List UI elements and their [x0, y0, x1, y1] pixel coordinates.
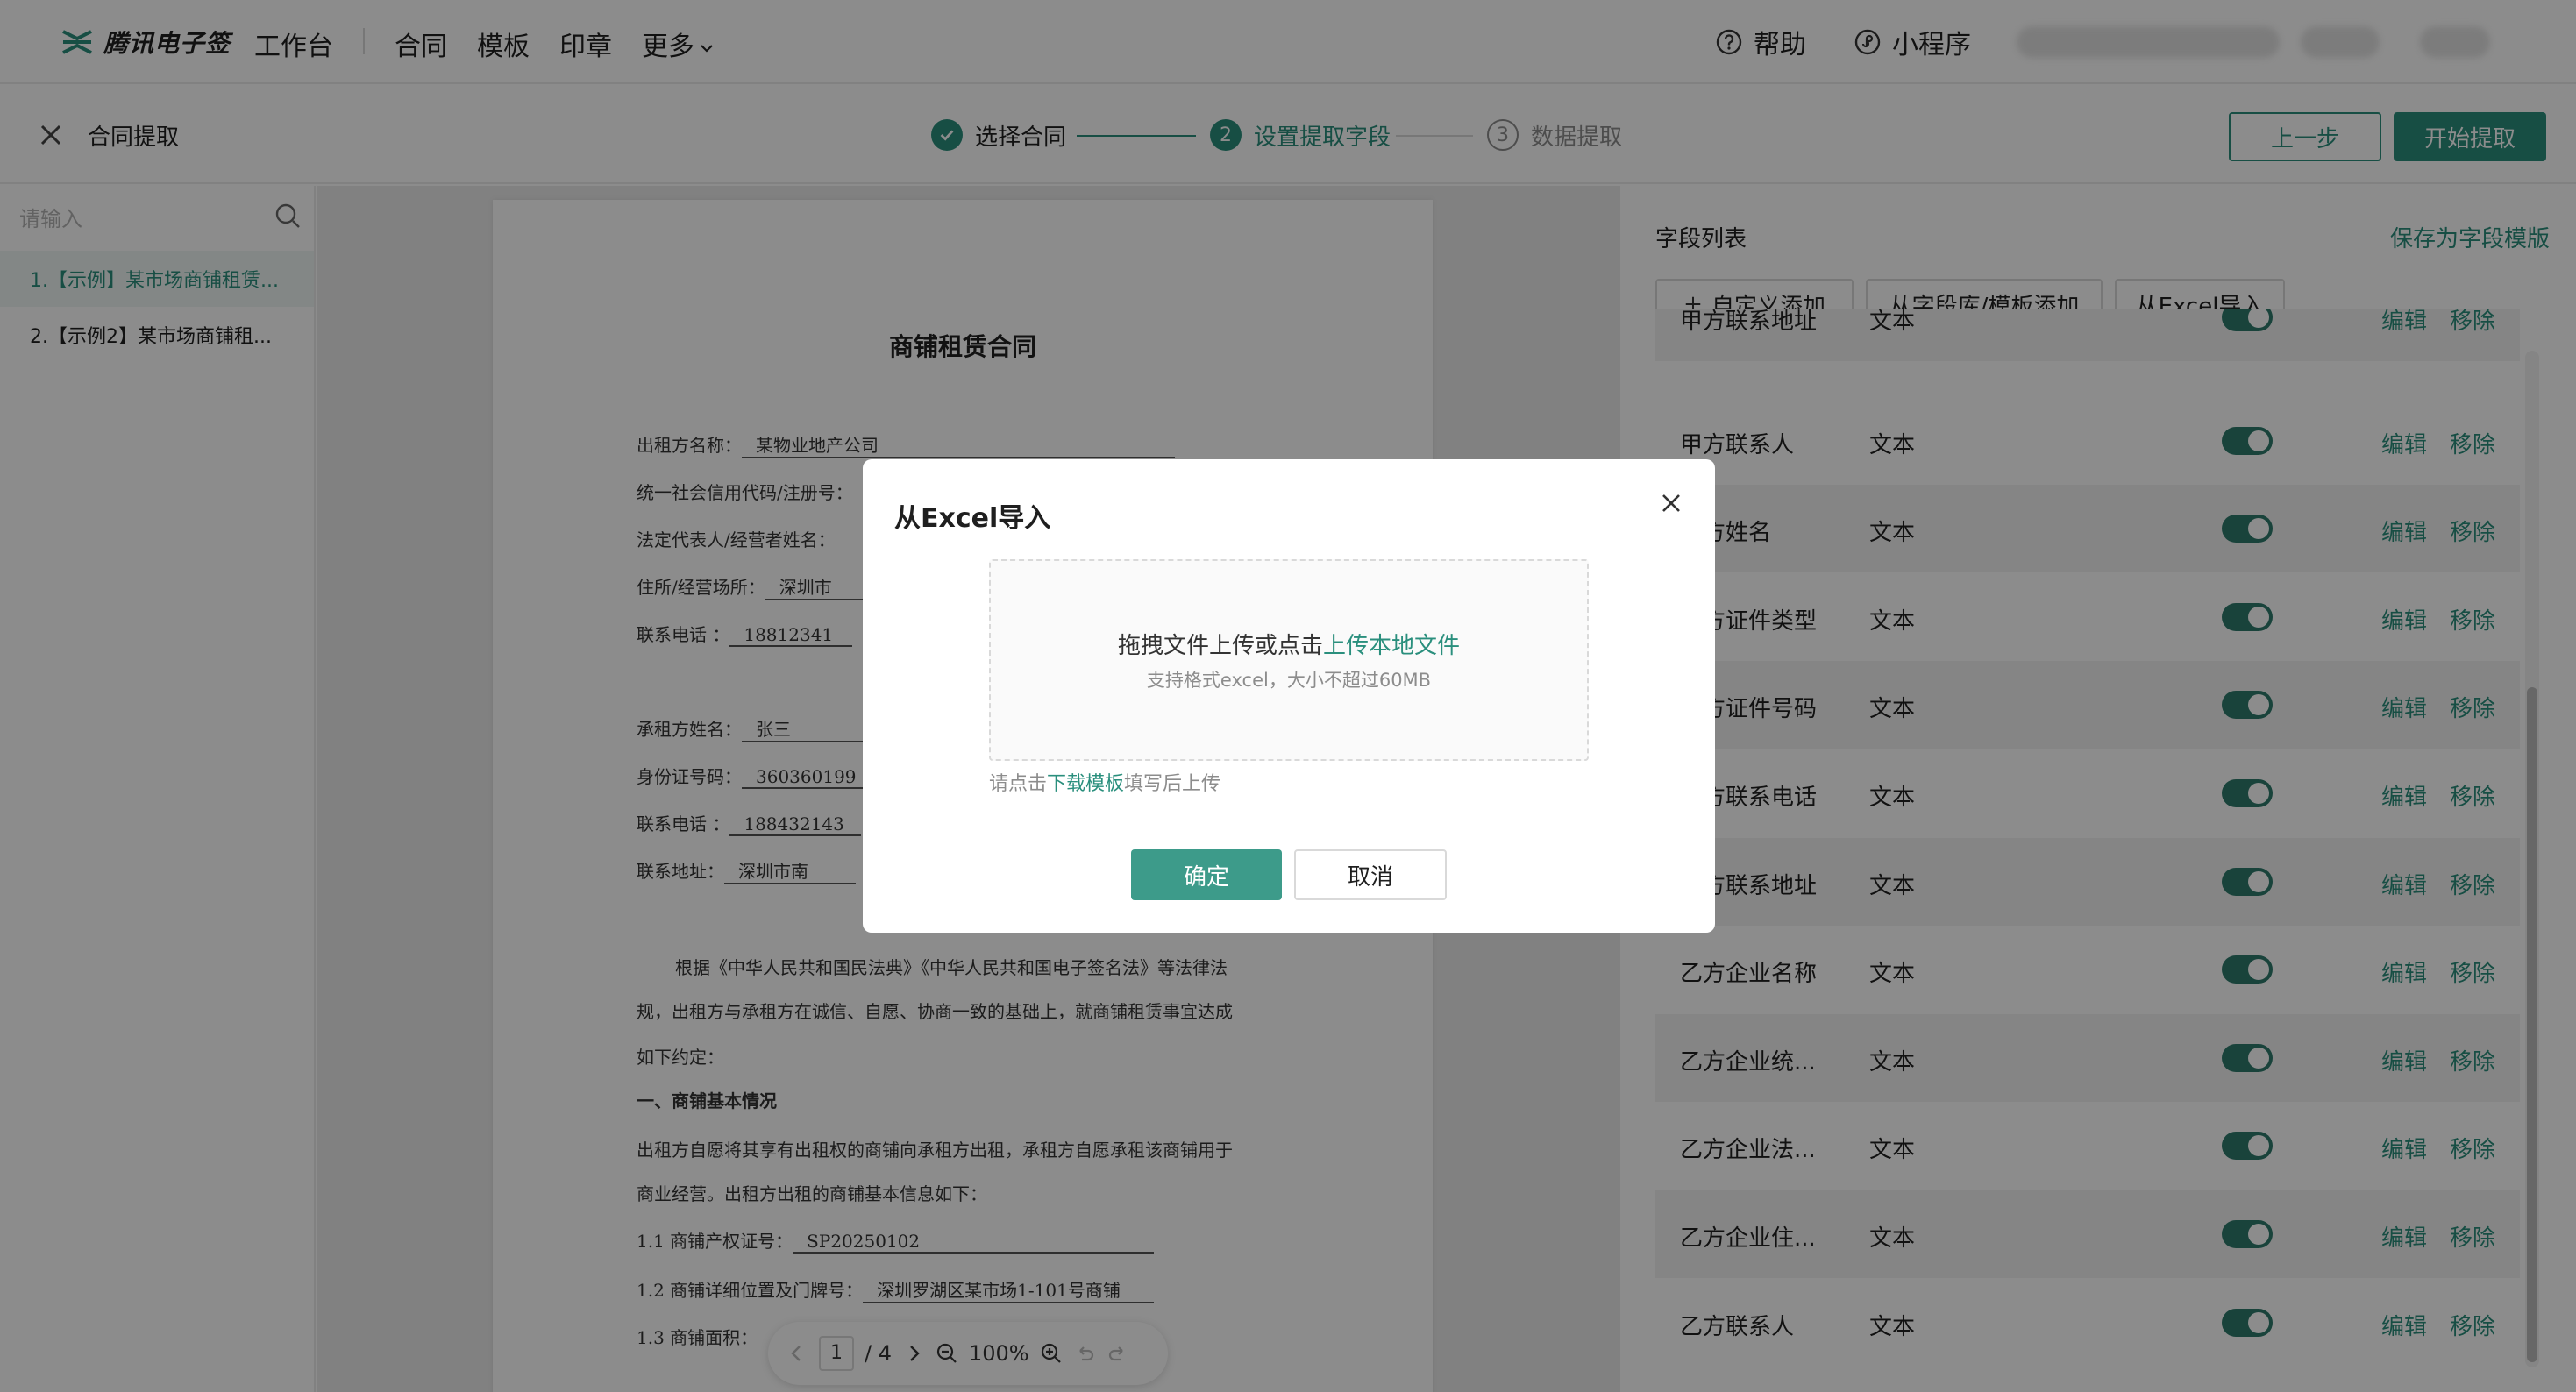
confirm-button[interactable]: 确定 [1131, 849, 1282, 900]
download-template-link[interactable]: 下载模板 [1047, 773, 1124, 795]
hint-suffix: 填写后上传 [1124, 773, 1221, 795]
close-icon[interactable] [1655, 487, 1687, 519]
cancel-button[interactable]: 取消 [1294, 849, 1447, 900]
template-hint: 请点击下载模板填写后上传 [989, 768, 1220, 796]
dialog-title: 从Excel导入 [894, 503, 1051, 534]
drop-instruction: 拖拽文件上传或点击 [1117, 633, 1323, 659]
hint-prefix: 请点击 [989, 773, 1048, 795]
drop-zone-text: 拖拽文件上传或点击上传本地文件 [989, 628, 1589, 660]
file-drop-zone[interactable] [989, 559, 1589, 761]
drop-zone-format-hint: 支持格式excel，大小不超过60MB [1146, 670, 1432, 691]
upload-local-file-link[interactable]: 上传本地文件 [1323, 633, 1460, 659]
